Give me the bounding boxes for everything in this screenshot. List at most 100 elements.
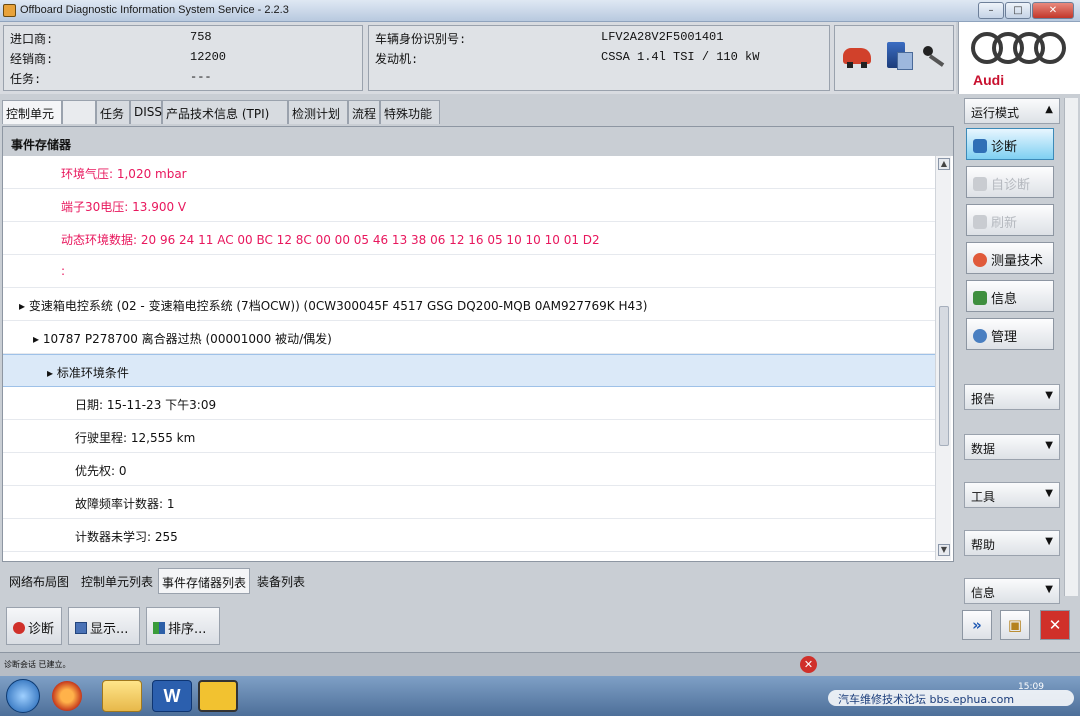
scroll-thumb[interactable] bbox=[939, 306, 949, 446]
stethoscope-icon bbox=[973, 139, 987, 153]
vehicle-info-bar: 进口商: 758 经销商: 12200 任务: --- 车辆身份识别号: LFV… bbox=[0, 22, 956, 94]
exit-icon[interactable]: ✕ bbox=[1040, 610, 1070, 640]
bottom-tabs: 网络布局图 控制单元列表 事件存储器列表 装备列表 bbox=[2, 566, 954, 596]
vin-label: 车辆身份识别号: bbox=[375, 33, 467, 47]
right-sidebar: 运行模式 ▲ 诊断 自诊断 刷新 测量技术 信息 管理 报告 ▼ 数据 ▼ 工具 ▼ 帮… bbox=[958, 94, 1080, 652]
status-bar: 诊断会话 已建立。 ✕ bbox=[0, 652, 1080, 676]
list-item[interactable]: 日期: 15-11-23 下午3:09 bbox=[3, 387, 935, 420]
audi-rings-icon bbox=[971, 32, 1067, 66]
flash-icon bbox=[973, 215, 987, 229]
car-icon[interactable] bbox=[843, 48, 871, 68]
list-scrollbar[interactable]: ▲ ▼ bbox=[935, 156, 951, 560]
chevron-down-icon: ▼ bbox=[1045, 536, 1053, 547]
task-value: --- bbox=[190, 70, 212, 84]
event-list: 环境气压: 1,020 mbar 端子30电压: 13.900 V 动态环境数据… bbox=[3, 156, 935, 560]
tab-blank bbox=[62, 100, 96, 124]
list-item[interactable]: : bbox=[3, 255, 935, 288]
word-icon[interactable]: W bbox=[152, 680, 192, 712]
book-icon bbox=[973, 291, 987, 305]
mode-self-diagnosis-button[interactable]: 自诊断 bbox=[966, 166, 1054, 198]
brand-logo: Audi bbox=[958, 22, 1080, 94]
tab-network-layout[interactable]: 网络布局图 bbox=[6, 568, 72, 594]
data-section[interactable]: 数据 ▼ bbox=[964, 434, 1060, 460]
tab-equipment-list[interactable]: 装备列表 bbox=[254, 568, 308, 594]
dealer-info: 进口商: 758 经销商: 12200 任务: --- bbox=[3, 25, 363, 91]
mode-diagnose-button[interactable]: 诊断 bbox=[966, 128, 1054, 160]
tree-node-environment[interactable]: ▸ 标准环境条件 bbox=[3, 354, 935, 387]
close-button[interactable]: ✕ bbox=[1032, 2, 1074, 19]
list-item[interactable]: 环境气压: 1,020 mbar bbox=[3, 156, 935, 189]
gear-icon bbox=[973, 329, 987, 343]
screenshot-icon[interactable]: ▣ bbox=[1000, 610, 1030, 640]
list-item[interactable]: 行驶里程: 12,555 km bbox=[3, 420, 935, 453]
odis-taskbar-icon[interactable] bbox=[198, 680, 238, 712]
importer-label: 进口商: bbox=[10, 33, 54, 47]
sidebar-scrollbar[interactable] bbox=[1064, 98, 1078, 596]
tab-event-memory-list[interactable]: 事件存储器列表 bbox=[158, 568, 251, 594]
error-icon[interactable]: ✕ bbox=[800, 656, 817, 673]
task-label: 任务: bbox=[10, 73, 42, 87]
maximize-button[interactable]: □ bbox=[1005, 2, 1031, 19]
window-title: Offboard Diagnostic Information System S… bbox=[20, 4, 289, 16]
vin-value: LFV2A28V2F5001401 bbox=[601, 30, 724, 44]
mode-flash-button[interactable]: 刷新 bbox=[966, 204, 1054, 236]
tab-test-plan[interactable]: 检测计划 bbox=[288, 100, 348, 124]
minimize-button[interactable]: – bbox=[978, 2, 1004, 19]
forward-icon[interactable]: » bbox=[962, 610, 992, 640]
list-item[interactable]: 优先权: 0 bbox=[3, 453, 935, 486]
tree-node-fault[interactable]: ▸ 10787 P278700 离合器过热 (00001000 被动/偶发) bbox=[3, 321, 935, 354]
dealer-value: 12200 bbox=[190, 50, 227, 64]
tab-control-unit[interactable]: 控制单元 bbox=[2, 100, 62, 124]
sort-icon bbox=[153, 622, 165, 634]
connection-icons bbox=[834, 25, 954, 91]
event-memory-panel: 事件存储器 环境气压: 1,020 mbar 端子30电压: 13.900 V … bbox=[2, 126, 954, 562]
tab-control-unit-list[interactable]: 控制单元列表 bbox=[78, 568, 156, 594]
title-bar: Offboard Diagnostic Information System S… bbox=[0, 0, 1080, 22]
brand-name: Audi bbox=[973, 72, 1005, 88]
tools-section[interactable]: 工具 ▼ bbox=[964, 482, 1060, 508]
action-buttons: 诊断 显示... 排序... bbox=[2, 604, 954, 648]
firefox-icon[interactable] bbox=[52, 681, 82, 711]
display-button[interactable]: 显示... bbox=[68, 607, 140, 645]
sort-button[interactable]: 排序... bbox=[146, 607, 220, 645]
chevron-down-icon: ▼ bbox=[1045, 584, 1053, 595]
info-section[interactable]: 信息 ▼ bbox=[964, 578, 1060, 604]
tab-tpi[interactable]: 产品技术信息 (TPI) bbox=[162, 100, 288, 124]
display-icon bbox=[75, 622, 87, 634]
list-item[interactable]: 端子30电压: 13.900 V bbox=[3, 189, 935, 222]
status-text: 诊断会话 已建立。 bbox=[4, 660, 71, 669]
computer-icon[interactable] bbox=[887, 42, 913, 70]
forum-watermark: 汽车维修技术论坛 bbs.ephua.com bbox=[828, 690, 1074, 706]
folder-icon[interactable] bbox=[102, 680, 142, 712]
engine-value: CSSA 1.4l TSI / 110 kW bbox=[601, 50, 760, 64]
odis-app-icon bbox=[3, 4, 16, 17]
scroll-down-icon[interactable]: ▼ bbox=[938, 544, 950, 556]
mode-admin-button[interactable]: 管理 bbox=[966, 318, 1054, 350]
mode-info-button[interactable]: 信息 bbox=[966, 280, 1054, 312]
start-button-icon[interactable] bbox=[6, 679, 40, 713]
main-tabs: 控制单元 任务 DISS 产品技术信息 (TPI) 检测计划 流程 特殊功能 bbox=[2, 98, 954, 126]
dealer-label: 经销商: bbox=[10, 53, 54, 67]
tab-special-functions[interactable]: 特殊功能 bbox=[380, 100, 440, 124]
list-item[interactable]: 故障频率计数器: 1 bbox=[3, 486, 935, 519]
tab-task[interactable]: 任务 bbox=[96, 100, 130, 124]
help-section[interactable]: 帮助 ▼ bbox=[964, 530, 1060, 556]
stop-icon bbox=[13, 622, 25, 634]
gauge-icon bbox=[973, 253, 987, 267]
tab-flow[interactable]: 流程 bbox=[348, 100, 380, 124]
list-item[interactable]: 计数器未学习: 255 bbox=[3, 519, 935, 552]
report-section[interactable]: 报告 ▼ bbox=[964, 384, 1060, 410]
list-item[interactable]: 动态环境数据: 20 96 24 11 AC 00 BC 12 8C 00 00… bbox=[3, 222, 935, 255]
self-diagnosis-icon bbox=[973, 177, 987, 191]
key-icon[interactable] bbox=[923, 46, 945, 66]
engine-label: 发动机: bbox=[375, 53, 419, 67]
tab-diss[interactable]: DISS bbox=[130, 100, 162, 124]
scroll-up-icon[interactable]: ▲ bbox=[938, 158, 950, 170]
panel-title: 事件存储器 bbox=[3, 127, 953, 156]
chevron-down-icon: ▼ bbox=[1045, 390, 1053, 401]
tree-node-transmission[interactable]: ▸ 变速箱电控系统 (02 - 变速箱电控系统 (7档OCW)) (0CW300… bbox=[3, 288, 935, 321]
mode-measurement-button[interactable]: 测量技术 bbox=[966, 242, 1054, 274]
operating-mode-header[interactable]: 运行模式 ▲ bbox=[964, 98, 1060, 124]
vehicle-info: 车辆身份识别号: LFV2A28V2F5001401 发动机: CSSA 1.4… bbox=[368, 25, 830, 91]
diagnose-button[interactable]: 诊断 bbox=[6, 607, 62, 645]
